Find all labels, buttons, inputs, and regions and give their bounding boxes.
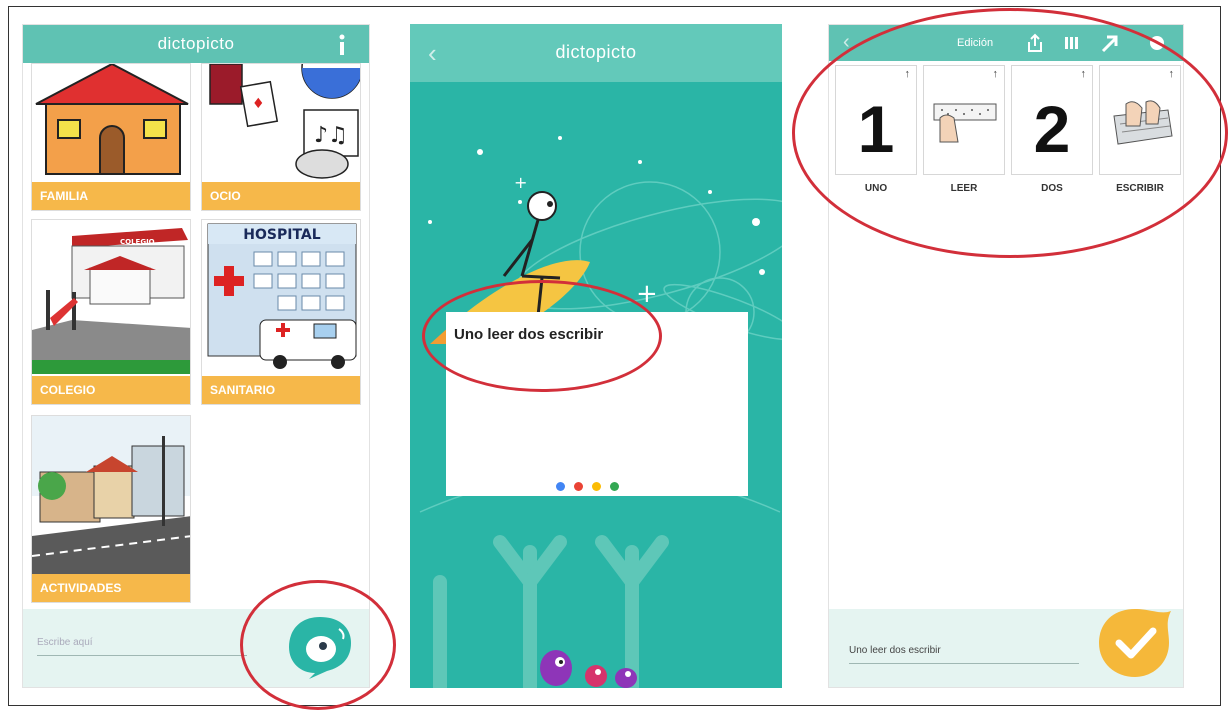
dictation-screen: ‹ dictopicto + + Uno leer dos escribir [410, 24, 782, 688]
svg-text:+: + [636, 279, 658, 309]
category-label: ACTIVIDADES [32, 574, 190, 602]
category-tile-colegio[interactable]: COLEGIO COLEGIO [31, 219, 191, 405]
category-label: FAMILIA [32, 182, 190, 210]
street-icon [32, 416, 190, 576]
number-glyph: 1 [857, 92, 895, 166]
columns-icon[interactable] [1061, 33, 1081, 53]
text-input[interactable]: Uno leer dos escribir [849, 645, 1079, 664]
category-label: SANITARIO [202, 376, 360, 404]
up-arrow-icon: ↑ [904, 68, 911, 80]
svg-text:+: + [514, 173, 527, 192]
listening-dot [574, 482, 583, 491]
category-tile-actividades[interactable]: ACTIVIDADES [31, 415, 191, 603]
checkmark-icon[interactable] [1091, 603, 1175, 681]
house-icon [35, 64, 189, 175]
up-arrow-icon: ↑ [992, 68, 999, 80]
back-icon[interactable]: ‹ [843, 31, 850, 54]
category-label: OCIO [202, 182, 360, 210]
typing-keyboard-icon [1113, 100, 1173, 145]
edit-button[interactable]: Edición [957, 37, 993, 49]
category-tile-ocio[interactable]: ♦ ♪♫ OCIO [201, 63, 361, 211]
svg-text:♦: ♦ [252, 96, 265, 112]
share-icon[interactable] [1025, 33, 1045, 53]
hospital-sign-text: HOSPITAL [243, 227, 320, 243]
pictogram-word: ESCRIBIR [1116, 183, 1164, 194]
leisure-icon: ♦ ♪♫ [209, 64, 360, 179]
speech-bubble-bird-icon[interactable] [285, 613, 355, 679]
top-bar: ‹ Edición [829, 25, 1183, 61]
recognized-text-card: Uno leer dos escribir [446, 312, 748, 496]
pictogram-card-dos[interactable]: ↑ 2 [1011, 65, 1093, 175]
listening-dot [592, 482, 601, 491]
listening-dot [610, 482, 619, 491]
category-tile-sanitario[interactable]: HOSPITAL SANITARIO [201, 219, 361, 405]
pictogram-card-leer[interactable]: ↑ [923, 65, 1005, 175]
text-input[interactable]: Escribe aquí [37, 637, 247, 656]
top-bar: dictopicto [23, 25, 369, 63]
listening-dot [556, 482, 565, 491]
category-tile-familia[interactable]: FAMILIA [31, 63, 191, 211]
school-icon: COLEGIO [32, 228, 190, 374]
category-screen: dictopicto FAMILIA ♦ ♪♫ OCIO COLEGIO COL… [22, 24, 370, 688]
creature-icon [540, 650, 637, 688]
info-icon[interactable] [337, 34, 347, 56]
category-label: COLEGIO [32, 376, 190, 404]
input-bar: Escribe aquí [23, 609, 369, 687]
pictogram-card-escribir[interactable]: ↑ [1099, 65, 1181, 175]
top-bar: ‹ dictopicto [410, 24, 782, 82]
up-arrow-icon: ↑ [1080, 68, 1087, 80]
cut-off-icon[interactable] [1145, 33, 1165, 53]
school-sign-text: COLEGIO [120, 238, 155, 246]
app-brand: dictopicto [157, 34, 235, 53]
number-glyph: 2 [1033, 92, 1071, 166]
up-arrow-icon: ↑ [1168, 68, 1175, 80]
hospital-icon: HOSPITAL [207, 223, 357, 369]
pictogram-result-screen: ‹ Edición ↑ 1 UNO ↑ LEER ↑ 2 DOS ↑ ESCRI… [828, 24, 1184, 688]
listening-dots [556, 478, 628, 496]
pictogram-word: LEER [950, 183, 978, 194]
reading-braille-icon [933, 103, 997, 143]
recognized-text: Uno leer dos escribir [454, 326, 604, 343]
pictogram-word: UNO [864, 183, 888, 194]
app-brand: dictopicto [555, 42, 637, 62]
pictogram-word: DOS [1041, 183, 1063, 194]
svg-text:♪♫: ♪♫ [314, 123, 348, 148]
pictogram-card-uno[interactable]: ↑ 1 [835, 65, 917, 175]
expand-icon[interactable] [1099, 33, 1119, 53]
input-bar: Uno leer dos escribir [829, 609, 1183, 687]
